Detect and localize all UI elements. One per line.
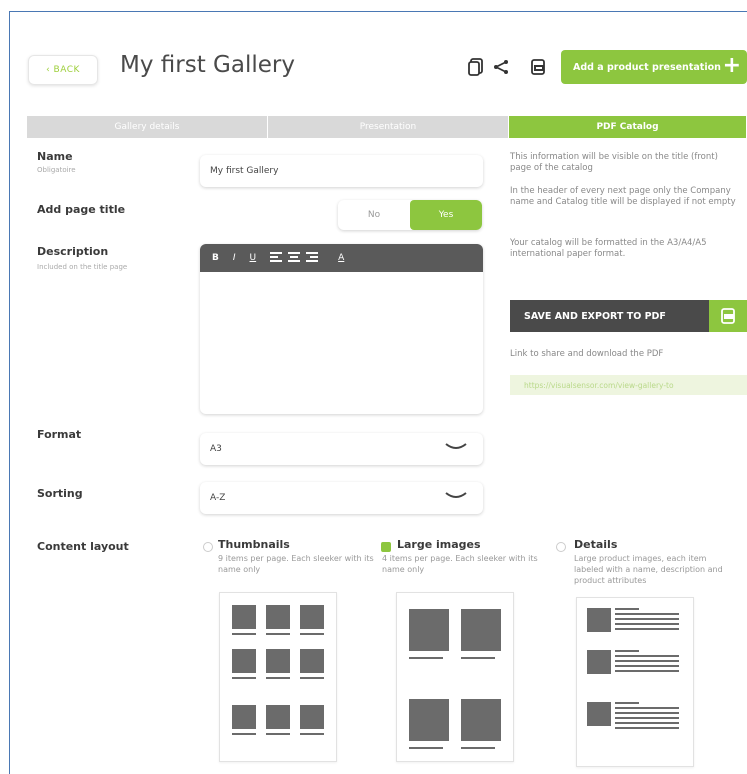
thumbnails-preview[interactable]: [219, 592, 337, 762]
details-preview[interactable]: [576, 597, 694, 767]
toggle-yes-option[interactable]: Yes: [410, 200, 482, 230]
align-left-icon[interactable]: [270, 251, 283, 265]
share-icon[interactable]: [490, 55, 512, 79]
italic-button[interactable]: I: [233, 253, 236, 263]
format-label: Format: [37, 428, 82, 441]
editor-toolbar: B I U A: [200, 244, 483, 272]
align-right-icon[interactable]: [306, 251, 319, 265]
page-title-toggle: No Yes: [338, 200, 482, 230]
content-layout-label: Content layout: [37, 540, 129, 553]
description-label: Description: [37, 245, 109, 258]
info-format: Your catalog will be formatted in the A3…: [510, 238, 707, 259]
page-title: My first Gallery: [120, 52, 295, 78]
pdf-export-icon[interactable]: [527, 55, 549, 79]
description-editor[interactable]: B I U A: [200, 244, 483, 414]
large-images-preview[interactable]: [396, 592, 514, 762]
add-product-presentation-button[interactable]: Add a product presentation +: [561, 50, 747, 84]
pdf-link-label: Link to share and download the PDF: [510, 349, 664, 359]
sorting-value: A-Z: [210, 493, 226, 503]
layout-thumbnails-title: Thumbnails: [218, 538, 290, 551]
layout-thumbnails-desc: 9 items per page. Each sleeker with its …: [218, 554, 374, 574]
layout-details-desc: Large product images, each item labeled …: [574, 554, 723, 585]
sorting-select[interactable]: A-Z: [200, 482, 483, 514]
sorting-label: Sorting: [37, 487, 83, 500]
tab-pdf-catalog[interactable]: PDF Catalog: [509, 116, 747, 138]
pdf-icon: [709, 300, 747, 332]
name-required-note: Obligatoire: [37, 166, 76, 174]
layout-large-images-title: Large images: [397, 538, 481, 551]
chevron-down-icon: [445, 492, 467, 498]
layout-large-images-desc: 4 items per page. Each sleeker with its …: [382, 554, 538, 574]
text-color-button[interactable]: A: [338, 253, 344, 263]
tab-bar: Gallery details Presentation PDF Catalog: [27, 116, 747, 138]
copy-icon[interactable]: [465, 55, 487, 79]
layout-details-title: Details: [574, 538, 618, 551]
pdf-link-field[interactable]: https://visualsensor.com/view-gallery-to: [510, 375, 747, 395]
export-label: SAVE AND EXPORT TO PDF: [524, 310, 666, 322]
plus-icon: +: [722, 53, 741, 78]
chevron-down-icon: [445, 443, 467, 449]
bold-button[interactable]: B: [212, 253, 219, 263]
tab-presentation[interactable]: Presentation: [268, 116, 509, 138]
layout-details-radio[interactable]: [556, 542, 566, 552]
underline-button[interactable]: U: [250, 253, 257, 263]
toggle-no-option[interactable]: No: [338, 200, 410, 230]
name-label: Name: [37, 150, 73, 163]
info-title-page: This information will be visible on the …: [510, 152, 718, 173]
tab-gallery-details[interactable]: Gallery details: [27, 116, 268, 138]
format-value: A3: [210, 444, 222, 454]
name-input[interactable]: My first Gallery: [200, 155, 483, 187]
layout-thumbnails-radio[interactable]: [203, 542, 213, 552]
description-note: Included on the title page: [37, 263, 128, 271]
back-button[interactable]: ‹ BACK: [28, 55, 98, 85]
layout-large-images-radio[interactable]: [381, 542, 391, 552]
save-export-pdf-button[interactable]: SAVE AND EXPORT TO PDF: [510, 300, 747, 332]
info-header: In the header of every next page only th…: [510, 186, 736, 207]
add-button-label: Add a product presentation: [573, 61, 721, 73]
add-page-title-label: Add page title: [37, 203, 126, 216]
format-select[interactable]: A3: [200, 433, 483, 465]
align-center-icon[interactable]: [288, 251, 301, 265]
